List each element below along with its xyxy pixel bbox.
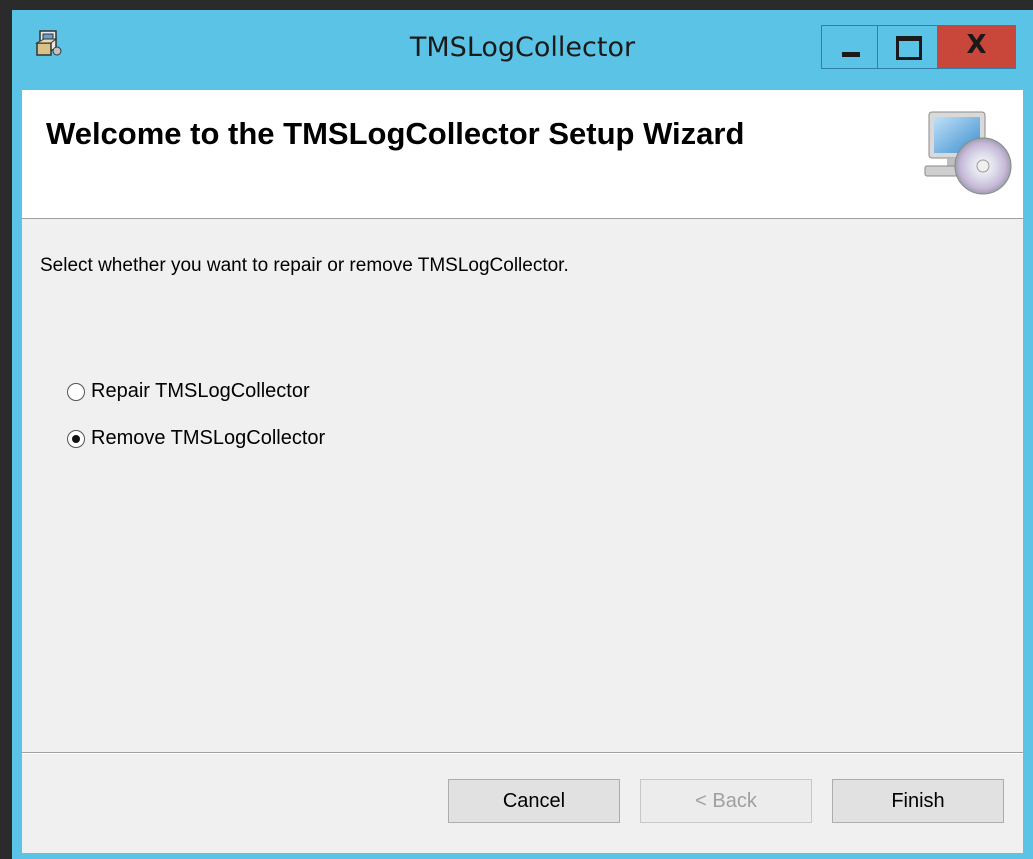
remove-radio[interactable]: [67, 429, 85, 448]
remove-option[interactable]: Remove TMSLogCollector: [67, 427, 325, 450]
repair-option-label[interactable]: Repair TMSLogCollector: [91, 380, 310, 403]
close-button[interactable]: X: [938, 25, 1016, 69]
minimize-button[interactable]: [821, 25, 878, 69]
footer-divider: [22, 752, 1023, 754]
wizard-client-area: Welcome to the TMSLogCollector Setup Wiz…: [22, 90, 1023, 853]
computer-cd-icon: [924, 111, 1012, 195]
minimize-icon: [842, 52, 860, 57]
instruction-text: Select whether you want to repair or rem…: [40, 255, 569, 276]
repair-radio[interactable]: [67, 382, 85, 401]
title-bar[interactable]: TMSLogCollector X: [12, 10, 1033, 90]
remove-option-label[interactable]: Remove TMSLogCollector: [91, 427, 325, 450]
page-title: Welcome to the TMSLogCollector Setup Wiz…: [46, 116, 745, 151]
back-button[interactable]: < Back: [640, 779, 812, 823]
repair-option[interactable]: Repair TMSLogCollector: [67, 380, 310, 403]
wizard-banner: Welcome to the TMSLogCollector Setup Wiz…: [22, 90, 1023, 219]
maximize-button[interactable]: [878, 25, 938, 69]
cancel-button[interactable]: Cancel: [448, 779, 620, 823]
close-icon: X: [966, 30, 987, 60]
maximize-icon: [896, 36, 922, 60]
finish-button[interactable]: Finish: [832, 779, 1004, 823]
installer-window: TMSLogCollector X Welcome to the TMSLogC…: [12, 10, 1033, 859]
